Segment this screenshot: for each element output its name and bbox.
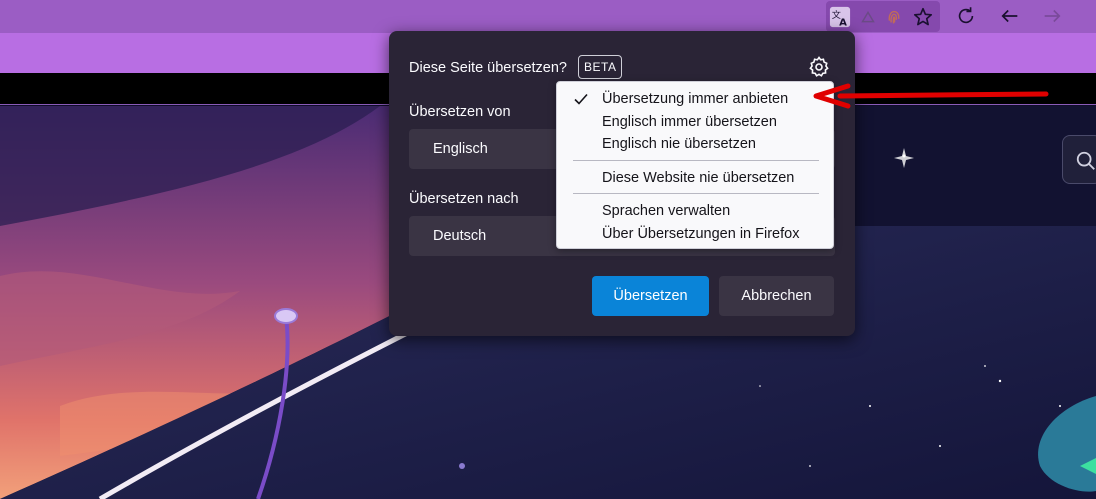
translate-button[interactable]: Übersetzen — [592, 276, 709, 316]
svg-text:A: A — [839, 17, 847, 28]
menu-item-never-translate-english[interactable]: Englisch nie übersetzen — [602, 136, 756, 152]
cancel-button[interactable]: Abbrechen — [719, 276, 834, 316]
menu-item-never-translate-site[interactable]: Diese Website nie übersetzen — [602, 170, 794, 186]
to-language-label: Übersetzen nach — [409, 191, 519, 207]
gear-icon[interactable] — [807, 55, 831, 79]
menu-item-manage-languages[interactable]: Sprachen verwalten — [602, 203, 730, 219]
annotation-arrow-icon — [813, 83, 1049, 109]
back-arrow-icon[interactable] — [998, 4, 1022, 28]
bookmark-star-icon[interactable] — [911, 5, 935, 29]
page-search-button[interactable] — [1062, 135, 1096, 184]
menu-item-about-translations[interactable]: Über Übersetzungen in Firefox — [602, 226, 799, 242]
checkmark-icon — [574, 93, 588, 105]
menu-separator — [573, 193, 819, 194]
panel-title: Diese Seite übersetzen? — [409, 60, 567, 76]
urlbar-icon-area: 文A — [826, 1, 940, 32]
menu-separator — [573, 160, 819, 161]
browser-toolbar: 文A — [0, 0, 1096, 33]
fingerprint-icon[interactable] — [882, 5, 906, 29]
warning-triangle-icon[interactable] — [856, 5, 880, 29]
from-language-label: Übersetzen von — [409, 104, 511, 120]
translation-settings-menu: Übersetzung immer anbieten Englisch imme… — [556, 81, 834, 249]
menu-item-always-offer[interactable]: Übersetzung immer anbieten — [602, 91, 788, 107]
beta-badge: BETA — [578, 55, 623, 79]
reload-icon[interactable] — [954, 4, 978, 28]
search-icon — [1076, 151, 1095, 170]
menu-item-always-translate-english[interactable]: Englisch immer übersetzen — [602, 114, 777, 130]
translate-icon[interactable]: 文A — [828, 5, 852, 29]
forward-arrow-icon[interactable] — [1040, 4, 1064, 28]
